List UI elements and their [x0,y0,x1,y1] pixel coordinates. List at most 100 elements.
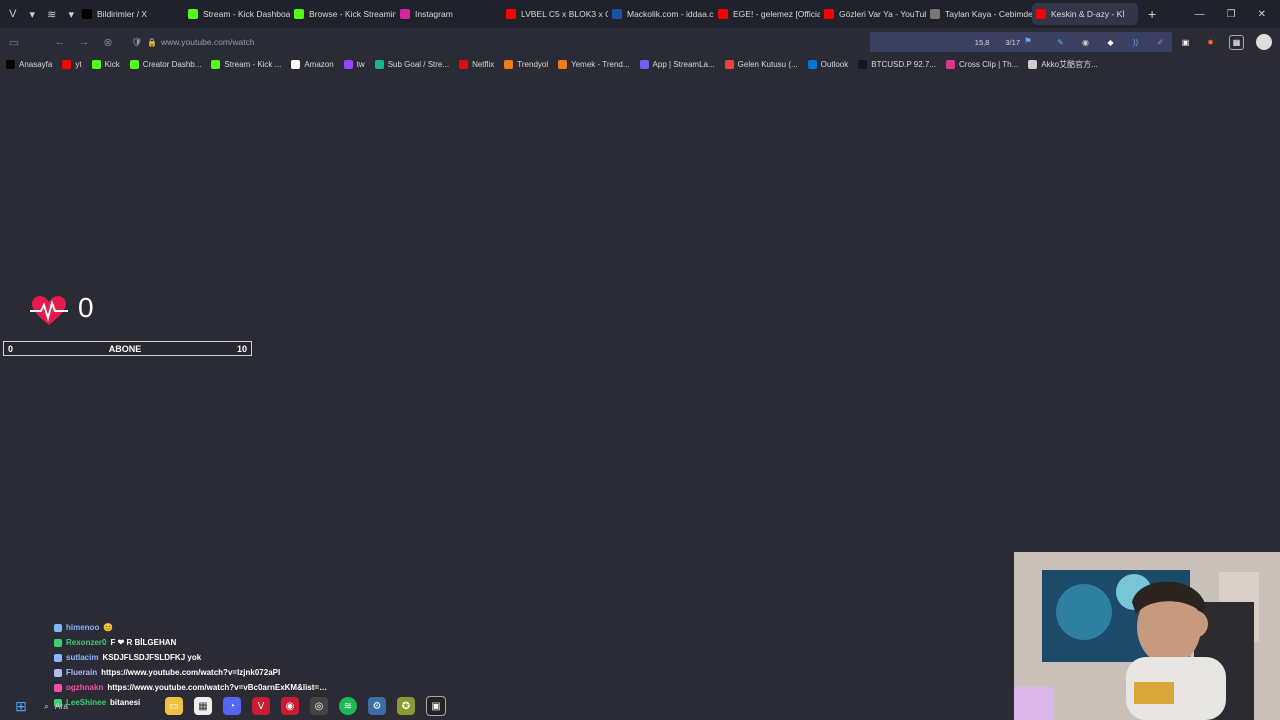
streamlabs-icon [639,60,649,69]
bookmark-item[interactable]: Anasayfa [6,60,52,69]
new-tab-icon[interactable]: + [1148,6,1156,22]
gmail-icon [724,60,734,69]
chat-badge-icon [54,653,62,662]
obs-icon[interactable]: ◎ [310,697,328,715]
amazon-logo-icon [291,60,301,69]
fox-extension-icon[interactable]: ✸ [1204,36,1217,49]
back-icon[interactable]: ← [48,36,72,48]
steam-icon[interactable]: ⚙ [368,697,386,715]
tab-strip: Bildirimler / X Stream - Kick Dashboard Br… [78,0,1138,28]
chat-text: 😊 [103,623,114,632]
bookmark-item[interactable]: Stream - Kick ... [211,60,281,69]
workspaces-icon[interactable]: ≋ [45,7,59,21]
bookmark-label: yt [75,60,82,69]
twitch-logo-icon [343,60,353,69]
sidebar-toggle-icon[interactable]: ▭ [2,36,26,49]
chat-badge-icon [54,638,62,647]
kick-logo-icon [129,60,139,69]
chat-username: Rexonzer0 [66,638,107,647]
browser-tab[interactable]: Bildirimler / X [78,3,184,25]
browser-tab[interactable]: EGE! - gelemez [Officia [714,3,820,25]
x-logo-icon [82,9,92,19]
bookmark-item[interactable]: Sub Goal / Stre... [374,60,450,69]
forward-icon[interactable]: → [72,36,96,48]
bookmark-item[interactable]: Trendyol [504,60,548,69]
browser-tab[interactable]: Mackolik.com - iddaa.c [608,3,714,25]
address-field[interactable]: 🛡 🔒 www.youtube.com/watch 15,8 3/17 ⚑ [128,32,1172,52]
tab-title: Taylan Kaya - Cebimde [945,9,1032,19]
bookmark-item[interactable]: App | StreamLa... [639,60,715,69]
url-text: www.youtube.com/watch [161,37,255,47]
chat-username: sutlacim [66,653,99,662]
chevron-down-icon[interactable]: ▾ [26,7,40,21]
tradingview-icon [858,60,868,69]
app-red-icon[interactable]: ◉ [281,697,299,715]
address-toolbar: ▭ ← → ⊗ 🛡 🔒 www.youtube.com/watch 15,8 3… [0,28,1280,56]
browser-tab[interactable]: Taylan Kaya - Cebimde [926,3,1032,25]
bookmark-icon[interactable]: ⚑ [1024,36,1032,47]
twitch-extension-icon[interactable]: ▣ [1179,36,1192,49]
windows-start-icon[interactable]: ⊞ [12,697,30,715]
bookmark-label: Anasayfa [19,60,53,69]
browser-tab[interactable]: Gözleri Var Ya - YouTub [820,3,926,25]
file-explorer-icon[interactable]: ▭ [165,697,183,715]
minimize-icon[interactable]: — [1195,9,1205,20]
webcam-image [1014,552,1280,720]
browser-tab[interactable]: Browse - Kick Streaming [290,3,396,25]
tab-title: Mackolik.com - iddaa.c [627,9,714,19]
browser-tab[interactable]: Instagram [396,3,502,25]
pen-extension-icon[interactable]: ✐ [1154,36,1167,49]
bookmark-label: Trendyol [517,60,549,69]
browser-tab[interactable]: LVBEL C5 x BLOK3 x OR [502,3,608,25]
diamond-extension-icon[interactable]: ◆ [1104,36,1117,49]
discord-icon[interactable]: ◔ [223,697,241,715]
bookmark-item[interactable]: Outlook [807,60,848,69]
bookmark-item[interactable]: Gelen Kutusu (... [724,60,798,69]
youtube-logo-icon [506,9,516,19]
translate-extension-icon[interactable]: ✎ [1054,36,1067,49]
chat-badge-icon [54,623,62,632]
chat-message: Rexonzer0 F ❤ R BİLGEHAN [54,635,384,650]
terminal-icon[interactable]: ▣ [426,696,446,716]
browser-tab[interactable]: Keskin & D-azy - Kİ [1032,3,1138,25]
tab-title: EGE! - gelemez [Officia [733,9,820,19]
akko-icon [1028,60,1038,69]
lock-icon[interactable]: 🔒 [147,38,157,47]
bookmark-item[interactable]: Netflix [459,60,494,69]
tab-title: Keskin & D-azy - Kİ [1051,9,1125,19]
netflix-logo-icon [459,60,469,69]
bookmark-item[interactable]: BTCUSD.P 92.7... [858,60,936,69]
instagram-logo-icon [400,9,410,19]
bookmark-item[interactable]: Yemek - Trend... [558,60,630,69]
taskbar-search[interactable]: ⌕ Ara [44,701,154,712]
audio-extension-icon[interactable]: )) [1129,36,1142,49]
spotify-icon[interactable]: ≋ [339,697,357,715]
bookmark-item[interactable]: Amazon [291,60,334,69]
chrome-app-icon[interactable]: ▦ [194,697,212,715]
bookmark-label: Kick [104,60,120,69]
game-app-icon[interactable]: ✪ [397,697,415,715]
maximize-icon[interactable]: ❐ [1227,9,1236,20]
heart-rate-count: 0 [78,292,94,323]
close-icon[interactable]: ✕ [1258,9,1266,20]
bookmark-item[interactable]: Cross Clip | Th... [946,60,1018,69]
chevron-down-icon[interactable]: ▾ [65,7,79,21]
x-logo-icon [6,60,15,69]
vivaldi-taskbar-icon[interactable]: V [252,697,270,715]
profile-avatar[interactable] [1256,34,1272,50]
adblock-extension-icon[interactable]: ◉ [1079,36,1092,49]
tab-title: Instagram [415,9,453,19]
browser-tab[interactable]: Stream - Kick Dashboard [184,3,290,25]
bookmark-item[interactable]: Akko艾酷官方... [1028,59,1098,70]
bookmark-item[interactable]: Kick [91,60,120,69]
bookmark-label: Sub Goal / Stre... [387,60,450,69]
bookmark-item[interactable]: Creator Dashb... [129,60,201,69]
search-icon: ⌕ [44,700,49,711]
bookmark-item[interactable]: yt [62,60,82,69]
vivaldi-menu-icon[interactable]: V [6,7,20,21]
site-info-icon[interactable]: 🛡 [131,37,142,48]
tab-title: LVBEL C5 x BLOK3 x OR [521,9,608,19]
reload-icon[interactable]: ⊗ [96,36,120,49]
extensions-menu-icon[interactable]: ▦ [1229,34,1244,50]
bookmark-item[interactable]: tw [343,60,365,69]
